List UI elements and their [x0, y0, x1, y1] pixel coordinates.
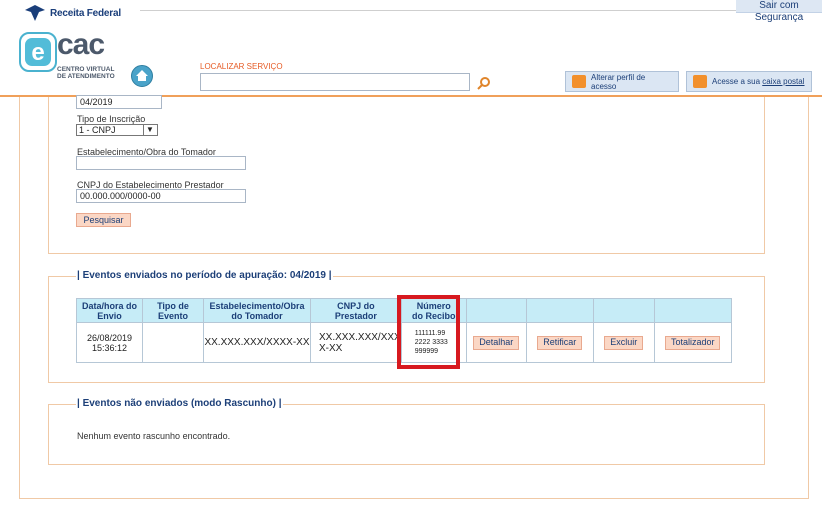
col-header-line: Evento: [157, 310, 188, 321]
eventos-rascunho-legend: | Eventos não enviados (modo Rascunho) |: [76, 398, 283, 409]
col-header-line: CNPJ do: [337, 300, 375, 311]
cnpj-prestador-input[interactable]: 00.000.000/0000-00: [76, 189, 246, 203]
estabelecimento-input[interactable]: [76, 156, 246, 170]
col-header-line: Prestador: [334, 310, 377, 321]
caixa-postal-link[interactable]: caixa postal: [762, 77, 804, 86]
home-button[interactable]: [131, 65, 153, 87]
ecac-wordmark: cac: [57, 28, 105, 61]
ecac-logo: e cac CENTRO VIRTUAL DE ATENDIMENTO: [19, 28, 139, 92]
sair-button[interactable]: Sair com Segurança: [736, 0, 822, 23]
recibo-highlight-box: [397, 295, 460, 369]
cnpj-line-1: XX.XXX.XXX/XXX: [319, 331, 401, 343]
pesquisar-button[interactable]: Pesquisar: [76, 213, 131, 227]
users-icon: [572, 75, 586, 88]
excluir-button[interactable]: Excluir: [604, 335, 644, 350]
receita-federal-name: Receita Federal: [50, 7, 121, 19]
envio-date: 26/08/2019: [86, 332, 133, 343]
col-header-line: Tipo de: [157, 300, 189, 311]
cell-detalhar: Detalhar: [465, 322, 527, 363]
envio-time: 15:36:12: [91, 342, 128, 353]
receita-federal-logo: Receita Federal: [24, 3, 121, 23]
home-icon: [136, 70, 148, 81]
ecac-subtitle-line-2: DE ATENDIMENTO: [57, 73, 115, 80]
alterar-perfil-button[interactable]: Alterar perfil de acesso: [565, 71, 679, 92]
col-header-line: Estabelecimento/Obra: [209, 300, 305, 311]
col-header-action-2: [525, 298, 594, 323]
mail-icon: [693, 75, 707, 88]
search-icon[interactable]: [477, 76, 491, 90]
totalizador-button[interactable]: Totalizador: [664, 335, 721, 350]
col-header-estabelecimento: Estabelecimento/Obra do Tomador: [203, 298, 311, 323]
eagle-icon: [25, 5, 45, 21]
no-draft-message: Nenhum evento rascunho encontrado.: [77, 431, 231, 441]
ecac-subtitle-line-1: CENTRO VIRTUAL: [57, 66, 115, 73]
col-header-line: do Tomador: [231, 310, 283, 321]
cell-excluir: Excluir: [592, 322, 655, 363]
alterar-perfil-label: Alterar perfil de acesso: [591, 72, 646, 91]
cell-totalizador: Totalizador: [653, 322, 732, 363]
col-header-action-4: [653, 298, 732, 323]
tipo-inscricao-select[interactable]: 1 - CNPJ ▼: [76, 124, 158, 136]
col-header-cnpj-prestador: CNPJ do Prestador: [310, 298, 402, 323]
cnpj-line-2: X-XX: [319, 342, 343, 354]
filter-panel: [48, 97, 765, 254]
detalhar-button[interactable]: Detalhar: [473, 335, 520, 350]
cell-cnpj-prestador: XX.XXX.XXX/XXX X-XX: [310, 322, 402, 363]
col-header-action-1: [465, 298, 527, 323]
chevron-down-icon[interactable]: ▼: [143, 125, 156, 135]
col-header-action-3: [592, 298, 655, 323]
caixa-postal-button[interactable]: Acesse a sua caixa postal: [686, 71, 812, 92]
cell-data-hora: 26/08/2019 15:36:12: [76, 322, 143, 363]
cell-retificar: Retificar: [525, 322, 594, 363]
cell-tipo-evento: [142, 322, 204, 363]
tipo-inscricao-value: 1 - CNPJ: [79, 125, 116, 135]
col-header-line: Envio: [97, 310, 122, 321]
col-header-tipo-evento: Tipo de Evento: [142, 298, 204, 323]
ecac-e-icon: e: [19, 32, 57, 72]
eventos-enviados-legend: | Eventos enviados no período de apuraçã…: [76, 270, 333, 281]
localizar-servico-label: LOCALIZAR SERVIÇO: [200, 62, 283, 71]
col-header-data-hora: Data/hora do Envio: [76, 298, 143, 323]
caixa-postal-prefix: Acesse a sua: [712, 77, 763, 86]
periodo-input[interactable]: 04/2019: [76, 95, 162, 109]
svg-text:e: e: [31, 39, 44, 66]
header-divider: [140, 10, 736, 11]
tipo-inscricao-label: Tipo de Inscrição: [77, 114, 146, 124]
localizar-servico-input[interactable]: [200, 73, 470, 91]
cell-estabelecimento: XX.XXX.XXX/XXXX-XX: [203, 322, 311, 363]
retificar-button[interactable]: Retificar: [537, 335, 583, 350]
col-header-line: Data/hora do: [81, 300, 137, 311]
ecac-subtitle: CENTRO VIRTUAL DE ATENDIMENTO: [57, 66, 115, 80]
caixa-postal-label: Acesse a sua caixa postal: [712, 77, 805, 86]
